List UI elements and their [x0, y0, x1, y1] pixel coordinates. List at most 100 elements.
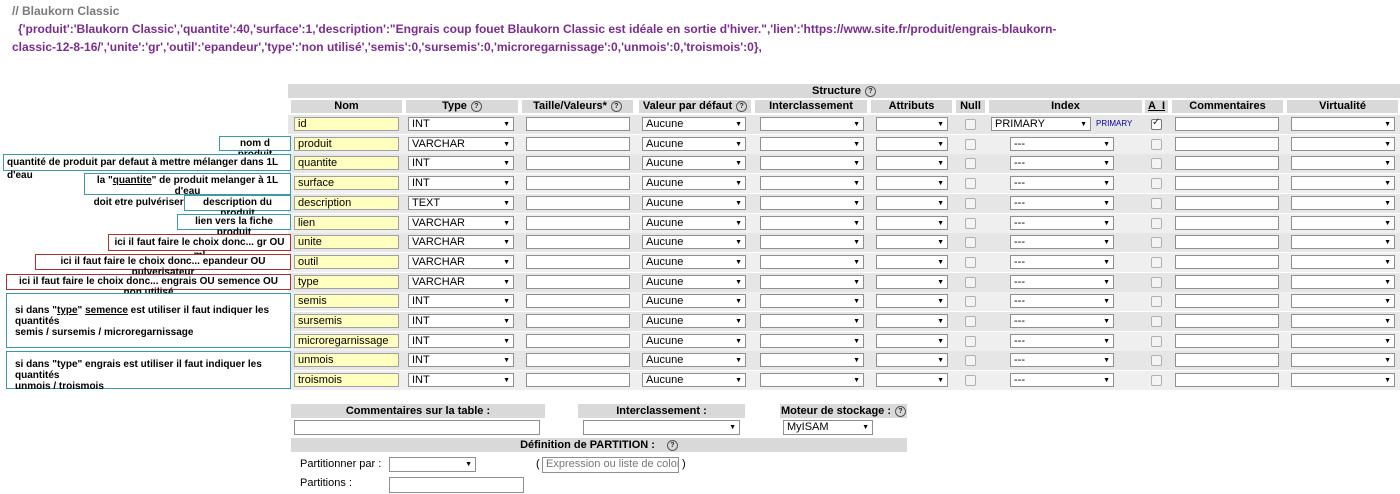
column-default-select[interactable]: Aucune [642, 156, 746, 170]
column-name-input[interactable]: unmois [294, 353, 399, 367]
help-icon[interactable]: ? [610, 100, 622, 112]
column-default-select[interactable]: Aucune [642, 196, 746, 210]
column-index-select[interactable]: --- [1010, 216, 1114, 230]
column-virtuality-select[interactable] [1291, 137, 1395, 151]
column-comment-input[interactable] [1175, 294, 1279, 308]
column-index-select[interactable]: --- [1010, 275, 1114, 289]
column-comment-input[interactable] [1175, 353, 1279, 367]
column-null-checkbox[interactable] [965, 336, 976, 347]
column-null-checkbox[interactable] [965, 296, 976, 307]
column-comment-input[interactable] [1175, 275, 1279, 289]
column-index-select[interactable]: --- [1010, 176, 1114, 190]
column-null-checkbox[interactable] [965, 355, 976, 366]
column-index-select[interactable]: --- [1010, 373, 1114, 387]
column-attributes-select[interactable] [876, 373, 948, 387]
column-name-input[interactable]: troismois [294, 373, 399, 387]
column-index-select[interactable]: --- [1010, 334, 1114, 348]
column-type-select[interactable]: INT [408, 314, 514, 328]
column-default-select[interactable]: Aucune [642, 137, 746, 151]
column-type-select[interactable]: INT [408, 334, 514, 348]
column-attributes-select[interactable] [876, 196, 948, 210]
column-collation-select[interactable] [760, 196, 864, 210]
column-name-input[interactable]: type [294, 275, 399, 289]
column-collation-select[interactable] [760, 334, 864, 348]
column-ai-checkbox[interactable] [1151, 237, 1162, 248]
column-index-select[interactable]: --- [1010, 353, 1114, 367]
column-length-input[interactable] [526, 373, 630, 387]
column-index-select[interactable]: --- [1010, 196, 1114, 210]
column-length-input[interactable] [526, 176, 630, 190]
column-null-checkbox[interactable] [965, 139, 976, 150]
column-attributes-select[interactable] [876, 216, 948, 230]
column-length-input[interactable] [526, 196, 630, 210]
column-ai-checkbox[interactable] [1151, 336, 1162, 347]
column-ai-checkbox[interactable] [1151, 218, 1162, 229]
partition-by-select[interactable] [389, 457, 476, 472]
column-ai-checkbox[interactable] [1151, 257, 1162, 268]
column-ai-checkbox[interactable] [1151, 198, 1162, 209]
column-virtuality-select[interactable] [1291, 255, 1395, 269]
column-default-select[interactable]: Aucune [642, 216, 746, 230]
column-comment-input[interactable] [1175, 156, 1279, 170]
column-default-select[interactable]: Aucune [642, 235, 746, 249]
column-name-input[interactable]: description [294, 196, 399, 210]
column-attributes-select[interactable] [876, 156, 948, 170]
column-length-input[interactable] [526, 117, 630, 131]
help-icon[interactable]: ? [666, 439, 678, 451]
column-ai-checkbox[interactable] [1151, 316, 1162, 327]
column-name-input[interactable]: produit [294, 137, 399, 151]
column-collation-select[interactable] [760, 353, 864, 367]
column-ai-checkbox[interactable] [1151, 158, 1162, 169]
column-ai-checkbox[interactable] [1151, 117, 1162, 130]
column-attributes-select[interactable] [876, 255, 948, 269]
column-default-select[interactable]: Aucune [642, 275, 746, 289]
column-type-select[interactable]: VARCHAR [408, 255, 514, 269]
column-null-checkbox[interactable] [965, 158, 976, 169]
column-attributes-select[interactable] [876, 294, 948, 308]
column-null-checkbox[interactable] [965, 119, 976, 130]
column-ai-checkbox[interactable] [1151, 355, 1162, 366]
column-collation-select[interactable] [760, 117, 864, 131]
column-ai-checkbox[interactable] [1151, 139, 1162, 150]
column-type-select[interactable]: VARCHAR [408, 216, 514, 230]
column-virtuality-select[interactable] [1291, 373, 1395, 387]
column-null-checkbox[interactable] [965, 316, 976, 327]
column-name-input[interactable]: sursemis [294, 314, 399, 328]
column-virtuality-select[interactable] [1291, 294, 1395, 308]
column-default-select[interactable]: Aucune [642, 334, 746, 348]
column-virtuality-select[interactable] [1291, 117, 1395, 131]
column-collation-select[interactable] [760, 156, 864, 170]
column-index-select[interactable]: --- [1010, 255, 1114, 269]
column-comment-input[interactable] [1175, 137, 1279, 151]
column-attributes-select[interactable] [876, 137, 948, 151]
column-attributes-select[interactable] [876, 334, 948, 348]
column-type-select[interactable]: INT [408, 353, 514, 367]
column-index-select[interactable]: PRIMARY [991, 117, 1091, 131]
column-ai-checkbox[interactable] [1151, 277, 1162, 288]
column-collation-select[interactable] [760, 235, 864, 249]
column-comment-input[interactable] [1175, 235, 1279, 249]
column-name-input[interactable]: id [294, 117, 399, 131]
column-virtuality-select[interactable] [1291, 275, 1395, 289]
column-ai-checkbox[interactable] [1151, 296, 1162, 307]
column-comment-input[interactable] [1175, 176, 1279, 190]
column-name-input[interactable]: quantite [294, 156, 399, 170]
partitions-input[interactable] [389, 477, 524, 493]
column-index-select[interactable]: --- [1010, 156, 1114, 170]
column-type-select[interactable]: VARCHAR [408, 275, 514, 289]
column-virtuality-select[interactable] [1291, 353, 1395, 367]
column-null-checkbox[interactable] [965, 257, 976, 268]
column-attributes-select[interactable] [876, 117, 948, 131]
column-collation-select[interactable] [760, 137, 864, 151]
column-type-select[interactable]: INT [408, 373, 514, 387]
column-attributes-select[interactable] [876, 235, 948, 249]
column-type-select[interactable]: INT [408, 176, 514, 190]
column-collation-select[interactable] [760, 176, 864, 190]
column-collation-select[interactable] [760, 216, 864, 230]
help-icon[interactable]: ? [895, 405, 907, 417]
column-length-input[interactable] [526, 137, 630, 151]
column-attributes-select[interactable] [876, 176, 948, 190]
column-length-input[interactable] [526, 353, 630, 367]
column-type-select[interactable]: VARCHAR [408, 235, 514, 249]
column-length-input[interactable] [526, 334, 630, 348]
